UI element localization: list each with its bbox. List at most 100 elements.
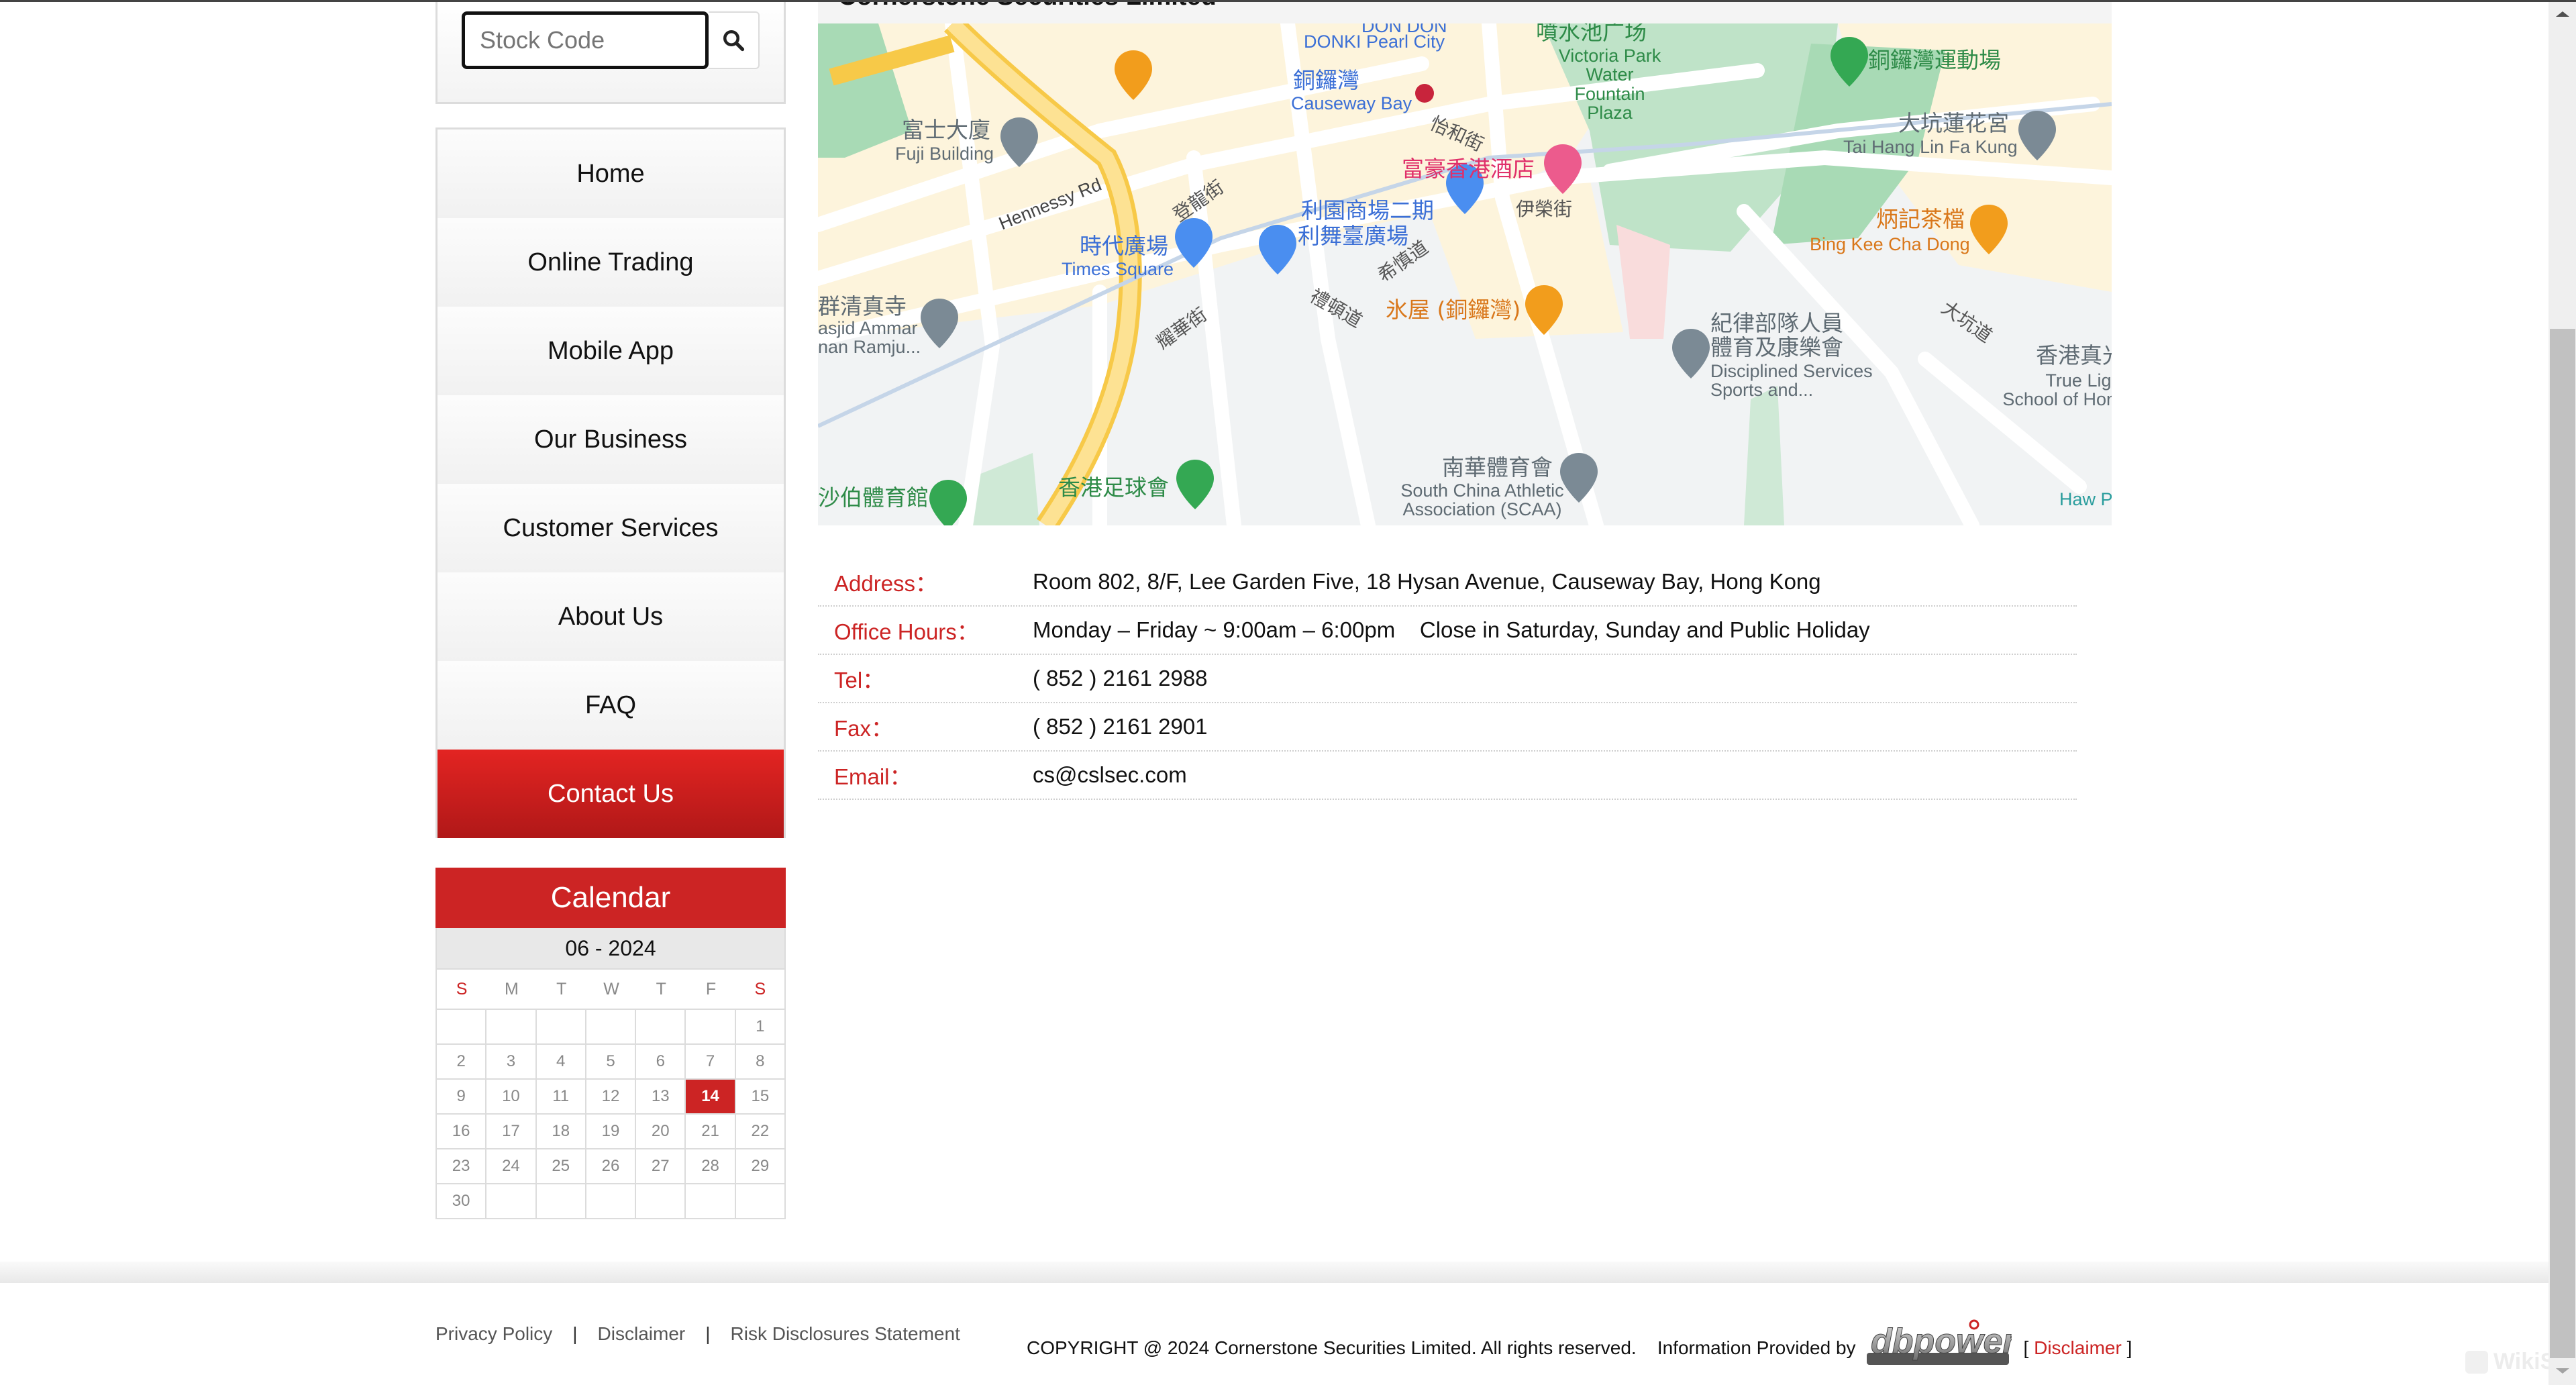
map-label: nan Ramju...: [818, 337, 921, 357]
calendar-day[interactable]: 3: [486, 1045, 537, 1080]
map-label: 香港足球會: [1058, 474, 1169, 501]
calendar-empty-cell: [586, 1010, 637, 1045]
map-label: Times Square: [1062, 259, 1174, 279]
footer-disclaimer-link[interactable]: Disclaimer: [2034, 1337, 2122, 1359]
calendar-empty-cell: [686, 1010, 736, 1045]
map-label: 體育及康樂會: [1710, 334, 1843, 360]
calendar-day[interactable]: 29: [735, 1149, 786, 1184]
scrollbar-thumb[interactable]: [2550, 329, 2575, 1358]
calendar-day[interactable]: 11: [536, 1080, 586, 1115]
calendar-empty-cell: [486, 1184, 537, 1219]
location-map[interactable]: DON DON DONKI Pearl City 噴水池广场 Victoria …: [818, 23, 2112, 525]
calendar-day[interactable]: 9: [437, 1080, 487, 1115]
calendar-empty-cell: [735, 1184, 786, 1219]
calendar-day[interactable]: 4: [536, 1045, 586, 1080]
address-row: Address： Room 802, 8/F, Lee Garden Five,…: [818, 558, 2077, 607]
calendar-day[interactable]: 14: [686, 1080, 736, 1115]
nav-item-contact-us[interactable]: Contact Us: [437, 750, 784, 838]
calendar-empty-cell: [586, 1184, 637, 1219]
calendar-day[interactable]: 30: [437, 1184, 487, 1219]
calendar-empty-cell: [437, 1010, 487, 1045]
scroll-up-arrow-icon[interactable]: [2556, 11, 2569, 17]
calendar-day[interactable]: 24: [486, 1149, 537, 1184]
calendar-day[interactable]: 8: [735, 1045, 786, 1080]
privacy-policy-link[interactable]: Privacy Policy: [435, 1323, 552, 1345]
map-label: 伊榮街: [1516, 198, 1573, 220]
map-label: 利舞臺廣場: [1298, 223, 1408, 249]
map-label: 富士大廈: [902, 117, 990, 143]
map-label: Fuji Building: [895, 144, 994, 164]
calendar-day[interactable]: 21: [686, 1115, 736, 1149]
fax-label: Fax：: [834, 716, 894, 741]
stock-search-panel: [435, 0, 786, 104]
calendar-month-label: 06 - 2024: [435, 928, 786, 970]
nav-item-online-trading[interactable]: Online Trading: [437, 218, 784, 307]
footer-links: Privacy Policy | Disclaimer | Risk Discl…: [435, 1323, 960, 1345]
nav-item-mobile-app[interactable]: Mobile App: [437, 307, 784, 395]
office-hours-row: Office Hours： Monday – Friday ~ 9:00am –…: [818, 607, 2077, 655]
map-label: Causeway Bay: [1291, 93, 1412, 113]
vertical-scrollbar[interactable]: [2548, 2, 2576, 1385]
calendar-day[interactable]: 10: [486, 1080, 537, 1115]
map-label: 紀律部隊人員: [1710, 310, 1843, 336]
map-label: Haw P: [2059, 489, 2112, 509]
calendar-day[interactable]: 16: [437, 1115, 487, 1149]
calendar-day[interactable]: 25: [536, 1149, 586, 1184]
calendar-day[interactable]: 1: [735, 1010, 786, 1045]
disclaimer-link[interactable]: Disclaimer: [598, 1323, 686, 1345]
calendar-weekday: T: [636, 970, 686, 1010]
calendar-day[interactable]: 19: [586, 1115, 637, 1149]
map-header: Cornerstone Securities Limited: [818, 0, 2112, 23]
calendar-day[interactable]: 2: [437, 1045, 487, 1080]
calendar-day[interactable]: 15: [735, 1080, 786, 1115]
map-label: True Light School of Hong: [2002, 370, 2112, 410]
email-value[interactable]: cs@cslsec.com: [1033, 762, 1187, 788]
map-label: 時代廣場: [1080, 233, 1168, 259]
map-label: South China Athletic Association (SCAA): [1400, 480, 1564, 520]
search-button[interactable]: [709, 11, 760, 69]
calendar-day[interactable]: 23: [437, 1149, 487, 1184]
office-hours-value: Monday – Friday ~ 9:00am – 6:00pm Close …: [1033, 617, 1870, 642]
nav-item-faq[interactable]: FAQ: [437, 661, 784, 750]
calendar-day[interactable]: 22: [735, 1115, 786, 1149]
tel-row: Tel： ( 852 ) 2161 2988: [818, 655, 2077, 703]
dbpower-logo[interactable]: dbpower: [1864, 1318, 2012, 1368]
map-label: 炳記茶檔: [1876, 206, 1965, 232]
search-icon: [723, 30, 745, 52]
map-label: Tai Hang Lin Fa Kung: [1843, 137, 2018, 157]
nav-item-home[interactable]: Home: [437, 130, 784, 218]
copyright-line: COPYRIGHT @ 2024 Cornerstone Securities …: [1027, 1319, 2132, 1373]
calendar-day[interactable]: 6: [636, 1045, 686, 1080]
fax-row: Fax： ( 852 ) 2161 2901: [818, 703, 2077, 752]
calendar-day[interactable]: 18: [536, 1115, 586, 1149]
risk-disclosures-link[interactable]: Risk Disclosures Statement: [731, 1323, 960, 1345]
map-label: 銅鑼灣: [1293, 67, 1359, 93]
calendar-day[interactable]: 20: [636, 1115, 686, 1149]
browser-top-edge: [0, 0, 2576, 2]
scroll-down-arrow-icon[interactable]: [2556, 1368, 2569, 1374]
calendar-day[interactable]: 12: [586, 1080, 637, 1115]
calendar-day[interactable]: 27: [636, 1149, 686, 1184]
footer-separator: |: [705, 1323, 711, 1344]
calendar-day[interactable]: 17: [486, 1115, 537, 1149]
nav-item-about-us[interactable]: About Us: [437, 572, 784, 661]
calendar-title: Calendar: [435, 868, 786, 928]
dbpower-logo-icon: dbpower: [1866, 1319, 2012, 1365]
map-label: 沙伯體育館: [818, 484, 929, 511]
tel-label: Tel：: [834, 668, 885, 692]
map-label: Disciplined Services Sports and...: [1710, 361, 1873, 401]
nav-item-our-business[interactable]: Our Business: [437, 395, 784, 484]
nav-item-customer-services[interactable]: Customer Services: [437, 484, 784, 572]
stock-code-input[interactable]: [462, 11, 709, 69]
wikistock-logo-icon: [2465, 1350, 2488, 1374]
calendar-day[interactable]: 26: [586, 1149, 637, 1184]
map-label: DONKI Pearl City: [1304, 32, 1445, 52]
calendar-day[interactable]: 5: [586, 1045, 637, 1080]
calendar-day[interactable]: 28: [686, 1149, 736, 1184]
calendar-day[interactable]: 7: [686, 1045, 736, 1080]
calendar-weekday: W: [586, 970, 637, 1010]
calendar-weekday: M: [486, 970, 537, 1010]
calendar-empty-cell: [536, 1010, 586, 1045]
calendar-day[interactable]: 13: [636, 1080, 686, 1115]
map-label: 噴水池广场: [1536, 23, 1647, 45]
